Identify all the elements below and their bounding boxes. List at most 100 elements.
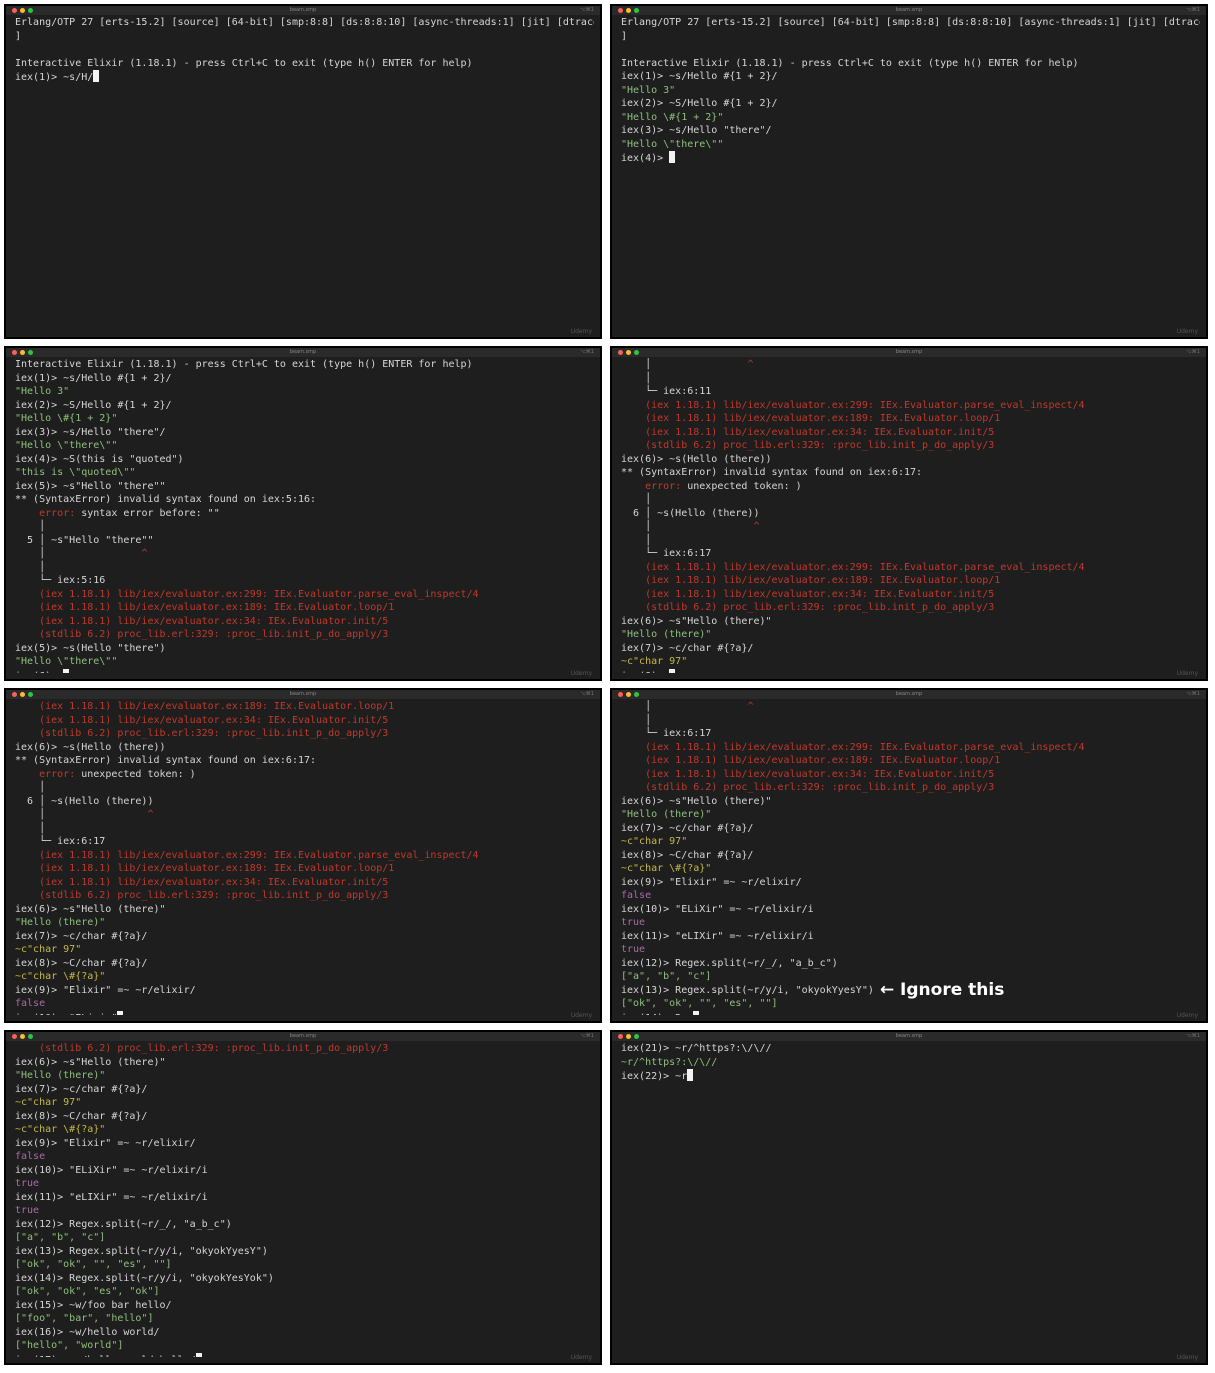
terminal-output[interactable]: Erlang/OTP 27 [erts-15.2] [source] [64-b… [621,16,1200,331]
terminal-text: iex(13)> Regex.split(~r/y/i, "okyokYyesY… [15,1245,268,1257]
window-title: beam.smp [289,349,317,355]
terminal-text: "Hello \"there\"" [15,656,118,667]
window-shortcut-label: ⌥⌘1 [1186,691,1200,697]
terminal-line: "Hello (there)" [15,916,594,930]
terminal-text: │ [15,561,46,573]
terminal-output[interactable]: (stdlib 6.2) proc_lib.erl:329: :proc_lib… [15,1042,594,1357]
terminal-text: iex(6)> ~s"Hello (there)" [15,1056,166,1068]
terminal-text: iex(4)> ~S(this is "quoted") [15,453,184,465]
terminal-line: │ ^ [15,808,594,822]
terminal-line: iex(6)> ~s"Hello (there)" [15,1056,594,1070]
terminal-output[interactable]: iex(21)> ~r/^https?:\/\// ~r/^https?:\/\/… [621,1042,1200,1357]
terminal-text: (stdlib 6.2) proc_lib.erl:329: :proc_lib… [15,1043,389,1054]
terminal-output[interactable]: Erlang/OTP 27 [erts-15.2] [source] [64-b… [15,16,594,331]
terminal-text: true [621,944,646,955]
terminal-panel-6[interactable]: beam.smp ⌥⌘1 │ ^ │ └─ iex:6:17 (iex 1.18.… [610,688,1208,1023]
terminal-text: iex(12)> Regex.split(~r/_/, "a_b_c") [15,1218,232,1230]
terminal-line: (stdlib 6.2) proc_lib.erl:329: :proc_lib… [15,628,594,642]
terminal-text: iex(7)> ~c/char #{?a}/ [15,930,148,942]
terminal-panel-2[interactable]: beam.smp ⌥⌘1 Erlang/OTP 27 [erts-15.2] [so… [610,4,1208,339]
terminal-text: false [621,890,652,901]
window-titlebar[interactable]: beam.smp ⌥⌘1 [612,6,1206,15]
watermark: Udemy [1176,670,1198,677]
terminal-text: iex(8)> ~C/char #{?a}/ [621,849,754,861]
terminal-output[interactable]: │ ^ │ └─ iex:6:11 (iex 1.18.1) lib/iex/e… [621,358,1200,673]
terminal-line: ["ok", "ok", "", "es", ""] [15,1258,594,1272]
terminal-output[interactable]: │ ^ │ └─ iex:6:17 (iex 1.18.1) lib/iex/e… [621,700,1200,1015]
terminal-text: ] [15,30,22,42]
terminal-text: ^ [747,359,754,370]
terminal-text: error: [645,480,682,492]
window-title: beam.smp [895,691,923,697]
terminal-line: │ ^ [621,358,1200,372]
window-titlebar[interactable]: beam.smp ⌥⌘1 [6,690,600,699]
terminal-text: ["a", "b", "c"] [621,971,712,982]
terminal-text: (iex 1.18.1) lib/iex/evaluator.ex:299: I… [621,561,1085,573]
window-titlebar[interactable]: beam.smp ⌥⌘1 [6,6,600,15]
terminal-line: Interactive Elixir (1.18.1) - press Ctrl… [15,358,594,372]
terminal-line: 6 │ ~s(Hello (there)) [15,795,594,809]
terminal-output[interactable]: Interactive Elixir (1.18.1) - press Ctrl… [15,358,594,673]
terminal-line: │ [621,714,1200,728]
terminal-text: ] [621,30,628,42]
window-titlebar[interactable]: beam.smp ⌥⌘1 [6,1032,600,1041]
terminal-line: iex(12)> Regex.split(~r/_/, "a_b_c") [15,1218,594,1232]
window-title: beam.smp [895,7,923,13]
terminal-panel-3[interactable]: beam.smp ⌥⌘1 Interactive Elixir (1.18.1) -… [4,346,602,681]
window-titlebar[interactable]: beam.smp ⌥⌘1 [6,348,600,357]
terminal-text: iex(4)> [621,153,670,164]
terminal-text: "Hello (there)" [15,917,106,928]
terminal-panel-1[interactable]: beam.smp ⌥⌘1 Erlang/OTP 27 [erts-15.2] [so… [4,4,602,339]
terminal-line: ~c"char \#{?a}" [621,862,1200,876]
text-cursor [669,151,676,163]
window-shortcut-label: ⌥⌘1 [1186,1033,1200,1039]
terminal-line: iex(6)> ~s"Hello (there)" [621,795,1200,809]
terminal-line: Interactive Elixir (1.18.1) - press Ctrl… [621,57,1200,71]
terminal-line: iex(10)> "ELixir" [15,1010,594,1016]
terminal-line: ~c"char \#{?a}" [15,1123,594,1137]
terminal-text: ^ [147,809,154,820]
terminal-line: iex(1)> ~s/Hello #{1 + 2}/ [621,70,1200,84]
watermark: Udemy [570,670,592,677]
terminal-text: iex(10)> "ELixir" [15,1013,117,1016]
window-title: beam.smp [895,1033,923,1039]
terminal-line: "Hello \#{1 + 2}" [15,412,594,426]
terminal-text: │ [621,521,754,532]
terminal-text: iex(5)> ~s(Hello "there") [15,642,166,654]
terminal-text: (iex 1.18.1) lib/iex/evaluator.ex:189: I… [621,755,1001,766]
terminal-text: (stdlib 6.2) proc_lib.erl:329: :proc_lib… [621,602,995,613]
window-titlebar[interactable]: beam.smp ⌥⌘1 [612,1032,1206,1041]
terminal-text: │ [621,714,652,726]
terminal-panel-4[interactable]: beam.smp ⌥⌘1 │ ^ │ └─ iex:6:11 (iex 1.18.… [610,346,1208,681]
window-shortcut-label: ⌥⌘1 [1186,7,1200,13]
terminal-line: iex(15)> ~w/foo bar hello/ [15,1299,594,1313]
terminal-panel-5[interactable]: beam.smp ⌥⌘1 (iex 1.18.1) lib/iex/evaluat… [4,688,602,1023]
window-shortcut-label: ⌥⌘1 [580,1033,594,1039]
terminal-text: iex(6)> ~s(Hello (there)) [621,453,772,465]
terminal-line: 5 │ ~s"Hello "there"" [15,534,594,548]
terminal-line: iex(3)> ~s/Hello "there"/ [15,426,594,440]
terminal-text: 6 │ ~s(Hello (there)) [621,507,760,519]
window-title: beam.smp [289,691,317,697]
terminal-line: true [621,943,1200,957]
terminal-panel-8[interactable]: beam.smp ⌥⌘1 iex(21)> ~r/^https?:\/\// ~r/^… [610,1030,1208,1365]
terminal-text: "Hello \#{1 + 2}" [621,111,724,123]
terminal-text: (stdlib 6.2) proc_lib.erl:329: :proc_lib… [621,782,995,793]
window-titlebar[interactable]: beam.smp ⌥⌘1 [612,690,1206,699]
terminal-line: iex(10)> "ELiXir" =~ ~r/elixir/i [621,903,1200,917]
terminal-text: syntax error before: "" [75,507,220,519]
terminal-line: │ [15,822,594,836]
terminal-line: iex(21)> ~r/^https?:\/\// [621,1042,1200,1056]
terminal-line: iex(8)> [621,668,1200,673]
terminal-text: ^ [753,521,760,532]
terminal-line: iex(6)> ~s(Hello (there)) [15,741,594,755]
terminal-text: │ [621,494,652,505]
terminal-line: iex(1)> ~s/Hello #{1 + 2}/ [15,372,594,386]
terminal-panel-7[interactable]: beam.smp ⌥⌘1 (stdlib 6.2) proc_lib.erl:32… [4,1030,602,1365]
terminal-line: iex(6)> [15,668,594,673]
terminal-output[interactable]: (iex 1.18.1) lib/iex/evaluator.ex:189: I… [15,700,594,1015]
terminal-line: iex(7)> ~c/char #{?a}/ [621,642,1200,656]
terminal-text: ^ [141,548,148,559]
window-titlebar[interactable]: beam.smp ⌥⌘1 [612,348,1206,357]
